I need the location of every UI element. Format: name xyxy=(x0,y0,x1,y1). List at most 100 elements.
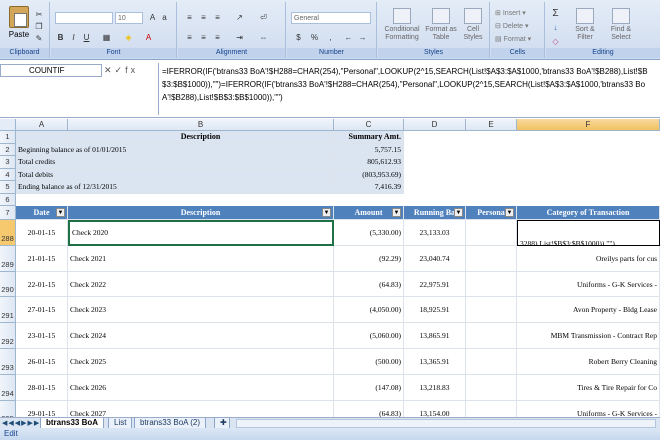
personal-cell[interactable] xyxy=(466,297,517,324)
running-balance-cell[interactable]: 22,975.91 xyxy=(404,271,466,298)
table-header-personal[interactable]: Persona ▼ xyxy=(466,206,517,220)
formula-input[interactable]: =IFERROR(IF('btrans33 BoA'!$H288=CHAR(25… xyxy=(158,63,652,115)
row-header[interactable]: 7 xyxy=(0,206,16,220)
bold-icon[interactable]: B xyxy=(55,32,66,43)
percent-icon[interactable]: % xyxy=(309,32,320,43)
orientation-icon[interactable]: ↗ xyxy=(234,12,245,23)
personal-cell[interactable] xyxy=(466,374,517,401)
align-middle-icon[interactable]: ≡ xyxy=(198,12,209,23)
font-color-icon[interactable]: A xyxy=(143,32,154,43)
align-right-icon[interactable]: ≡ xyxy=(212,32,223,43)
amount-cell[interactable]: (5,330.00) xyxy=(334,220,404,246)
row-header[interactable]: 289 xyxy=(0,245,16,272)
row-header[interactable]: 290 xyxy=(0,271,16,298)
running-balance-cell[interactable]: 23,133.03 xyxy=(404,220,466,246)
table-header-running[interactable]: Running Ba ▼ xyxy=(404,206,466,220)
date-cell[interactable]: 28-01-15 xyxy=(16,374,68,401)
row-header[interactable]: 292 xyxy=(0,323,16,349)
personal-cell[interactable] xyxy=(466,323,517,349)
description-cell[interactable]: Check 2023 xyxy=(68,297,334,324)
category-cell[interactable]: Avon Property - Bldg Lease xyxy=(517,297,660,324)
column-header-b[interactable]: B xyxy=(68,119,334,131)
date-cell[interactable]: 27-01-15 xyxy=(16,297,68,324)
filter-dropdown-icon[interactable]: ▼ xyxy=(56,208,65,217)
cut-icon[interactable]: ✂ xyxy=(34,10,44,19)
personal-cell[interactable] xyxy=(466,349,517,375)
fill-icon[interactable]: ↓ xyxy=(550,22,561,33)
autosum-icon[interactable]: Σ xyxy=(550,8,561,19)
row-header[interactable]: 5 xyxy=(0,181,16,194)
column-header-a[interactable]: A xyxy=(16,119,68,131)
copy-icon[interactable]: ❐ xyxy=(34,22,44,31)
grow-font-icon[interactable]: A xyxy=(147,12,158,23)
row-header[interactable]: 1 xyxy=(0,131,16,144)
format-button[interactable]: ▤ Format ▾ xyxy=(495,34,531,46)
amount-cell[interactable]: (4,050.00) xyxy=(334,297,404,324)
borders-icon[interactable]: ▦ xyxy=(101,32,112,43)
currency-icon[interactable]: $ xyxy=(293,32,304,43)
row-header[interactable]: 288 xyxy=(0,220,16,246)
amount-cell[interactable]: (500.00) xyxy=(334,349,404,375)
comma-icon[interactable]: , xyxy=(325,32,336,43)
font-name-combo[interactable] xyxy=(55,12,113,24)
italic-icon[interactable]: I xyxy=(68,32,79,43)
date-cell[interactable]: 23-01-15 xyxy=(16,323,68,349)
row-header[interactable]: 3 xyxy=(0,156,16,169)
filter-dropdown-icon[interactable]: ▼ xyxy=(454,208,463,217)
running-balance-cell[interactable]: 13,218.83 xyxy=(404,374,466,401)
format-painter-icon[interactable]: ✎ xyxy=(34,34,44,43)
row-header[interactable]: 293 xyxy=(0,349,16,375)
filter-dropdown-icon[interactable]: ▼ xyxy=(392,208,401,217)
category-cell[interactable]: Oreilys parts for cus xyxy=(517,245,660,272)
insert-button[interactable]: ⊞ Insert ▾ xyxy=(495,8,526,20)
align-left-icon[interactable]: ≡ xyxy=(184,32,195,43)
horizontal-scrollbar[interactable] xyxy=(236,419,656,428)
number-format-combo[interactable]: General xyxy=(291,12,371,24)
filter-dropdown-icon[interactable]: ▼ xyxy=(505,208,514,217)
personal-cell[interactable] xyxy=(466,220,517,246)
worksheet-grid[interactable]: A B C D E F 1 2 3 4 5 6 7 Description Summary Amt. Begi… xyxy=(0,119,660,428)
cell-styles-button[interactable]: Cell Styles xyxy=(458,8,488,50)
running-balance-cell[interactable]: 18,925.91 xyxy=(404,297,466,324)
category-cell[interactable]: MBM Transmission - Contract Rep xyxy=(517,323,660,349)
category-cell[interactable]: Uniforms - G-K Services - xyxy=(517,271,660,298)
amount-cell[interactable]: (64.83) xyxy=(334,271,404,298)
name-box[interactable]: COUNTIF xyxy=(0,64,102,77)
align-bottom-icon[interactable]: ≡ xyxy=(212,12,223,23)
row-header[interactable]: 2 xyxy=(0,143,16,156)
description-cell[interactable]: Check 2022 xyxy=(68,271,334,298)
row-header[interactable]: 294 xyxy=(0,374,16,401)
description-cell[interactable]: Check 2021 xyxy=(68,245,334,272)
description-cell[interactable]: Check 2024 xyxy=(68,323,334,349)
category-cell[interactable]: Tires & Tire Repair for Co xyxy=(517,374,660,401)
personal-cell[interactable] xyxy=(466,271,517,298)
row-header[interactable]: 291 xyxy=(0,297,16,324)
category-cell[interactable]: Robert Berry Cleaning xyxy=(517,349,660,375)
running-balance-cell[interactable]: 13,365.91 xyxy=(404,349,466,375)
running-balance-cell[interactable]: 23,040.74 xyxy=(404,245,466,272)
table-header-date[interactable]: Date ▼ xyxy=(16,206,68,220)
amount-cell[interactable]: (92.29) xyxy=(334,245,404,272)
column-header-e[interactable]: E xyxy=(466,119,517,131)
indent-icon[interactable]: ⇥ xyxy=(234,32,245,43)
sort-filter-button[interactable]: Sort & Filter xyxy=(568,8,602,50)
column-header-f[interactable]: F xyxy=(517,119,660,131)
delete-button[interactable]: ⊟ Delete ▾ xyxy=(495,21,529,33)
amount-cell[interactable]: (5,060.00) xyxy=(334,323,404,349)
underline-icon[interactable]: U xyxy=(81,32,92,43)
find-select-button[interactable]: Find & Select xyxy=(604,8,638,50)
select-all-corner[interactable] xyxy=(0,119,16,131)
merge-center-icon[interactable]: ⇔ xyxy=(258,32,269,43)
row-header[interactable]: 6 xyxy=(0,193,16,206)
amount-cell[interactable]: (147.08) xyxy=(334,374,404,401)
align-top-icon[interactable]: ≡ xyxy=(184,12,195,23)
table-header-amount[interactable]: Amount ▼ xyxy=(334,206,404,220)
date-cell[interactable]: 20-01-15 xyxy=(16,220,68,246)
description-cell[interactable]: Check 2026 xyxy=(68,374,334,401)
column-header-c[interactable]: C xyxy=(334,119,404,131)
column-header-d[interactable]: D xyxy=(404,119,466,131)
wrap-text-icon[interactable]: ⏎ xyxy=(258,12,269,23)
table-header-description[interactable]: Description ▼ xyxy=(68,206,334,220)
description-cell[interactable]: Check 2025 xyxy=(68,349,334,375)
filter-dropdown-icon[interactable]: ▼ xyxy=(322,208,331,217)
